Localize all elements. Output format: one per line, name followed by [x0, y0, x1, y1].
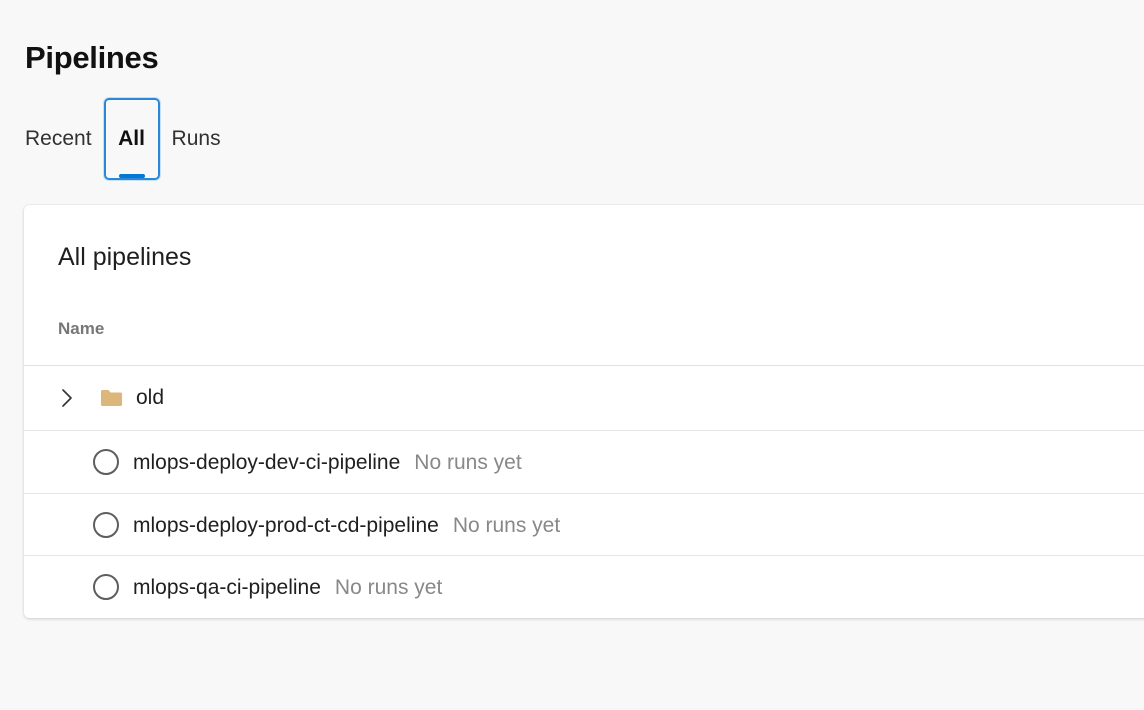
pipeline-name-wrapper: mlops-deploy-prod-ct-cd-pipeline No runs …: [133, 514, 560, 538]
pipeline-name[interactable]: mlops-deploy-prod-ct-cd-pipeline: [133, 514, 439, 537]
page-title: Pipelines: [25, 40, 159, 75]
pipeline-row[interactable]: mlops-deploy-prod-ct-cd-pipeline No runs …: [24, 494, 1144, 556]
tab-recent[interactable]: Recent: [25, 98, 104, 180]
pipeline-status: No runs yet: [452, 514, 561, 537]
empty-circle-status-icon: [93, 574, 119, 600]
tab-all-label: All: [118, 127, 145, 150]
tab-all[interactable]: All: [103, 98, 160, 180]
empty-circle-status-icon: [93, 449, 119, 475]
pipeline-tabs: Recent All Runs: [25, 98, 221, 180]
folder-name[interactable]: old: [136, 386, 164, 410]
tab-runs[interactable]: Runs: [160, 98, 221, 180]
card-title: All pipelines: [58, 243, 192, 271]
folder-row-old[interactable]: old: [24, 366, 1144, 430]
pipeline-name-wrapper: mlops-deploy-dev-ci-pipeline No runs yet: [133, 451, 522, 475]
empty-circle-status-icon: [93, 512, 119, 538]
pipeline-name[interactable]: mlops-deploy-dev-ci-pipeline: [133, 451, 400, 474]
selected-tab-indicator: [118, 174, 145, 178]
chevron-right-icon[interactable]: [57, 388, 77, 408]
pipeline-status: No runs yet: [414, 451, 522, 474]
pipeline-name-wrapper: mlops-qa-ci-pipeline No runs yet: [133, 576, 442, 600]
pipeline-name[interactable]: mlops-qa-ci-pipeline: [133, 576, 321, 599]
pipelines-page: Pipelines Recent All Runs All pipelines …: [0, 0, 1144, 710]
pipeline-status: No runs yet: [334, 576, 443, 599]
all-pipelines-card: All pipelines Name old mlops-deploy-dev-…: [24, 205, 1144, 618]
pipeline-row[interactable]: mlops-deploy-dev-ci-pipeline No runs yet: [24, 431, 1144, 493]
pipeline-row[interactable]: mlops-qa-ci-pipeline No runs yet: [24, 556, 1144, 618]
name-column-header[interactable]: Name: [58, 319, 104, 339]
folder-icon: [101, 390, 122, 406]
